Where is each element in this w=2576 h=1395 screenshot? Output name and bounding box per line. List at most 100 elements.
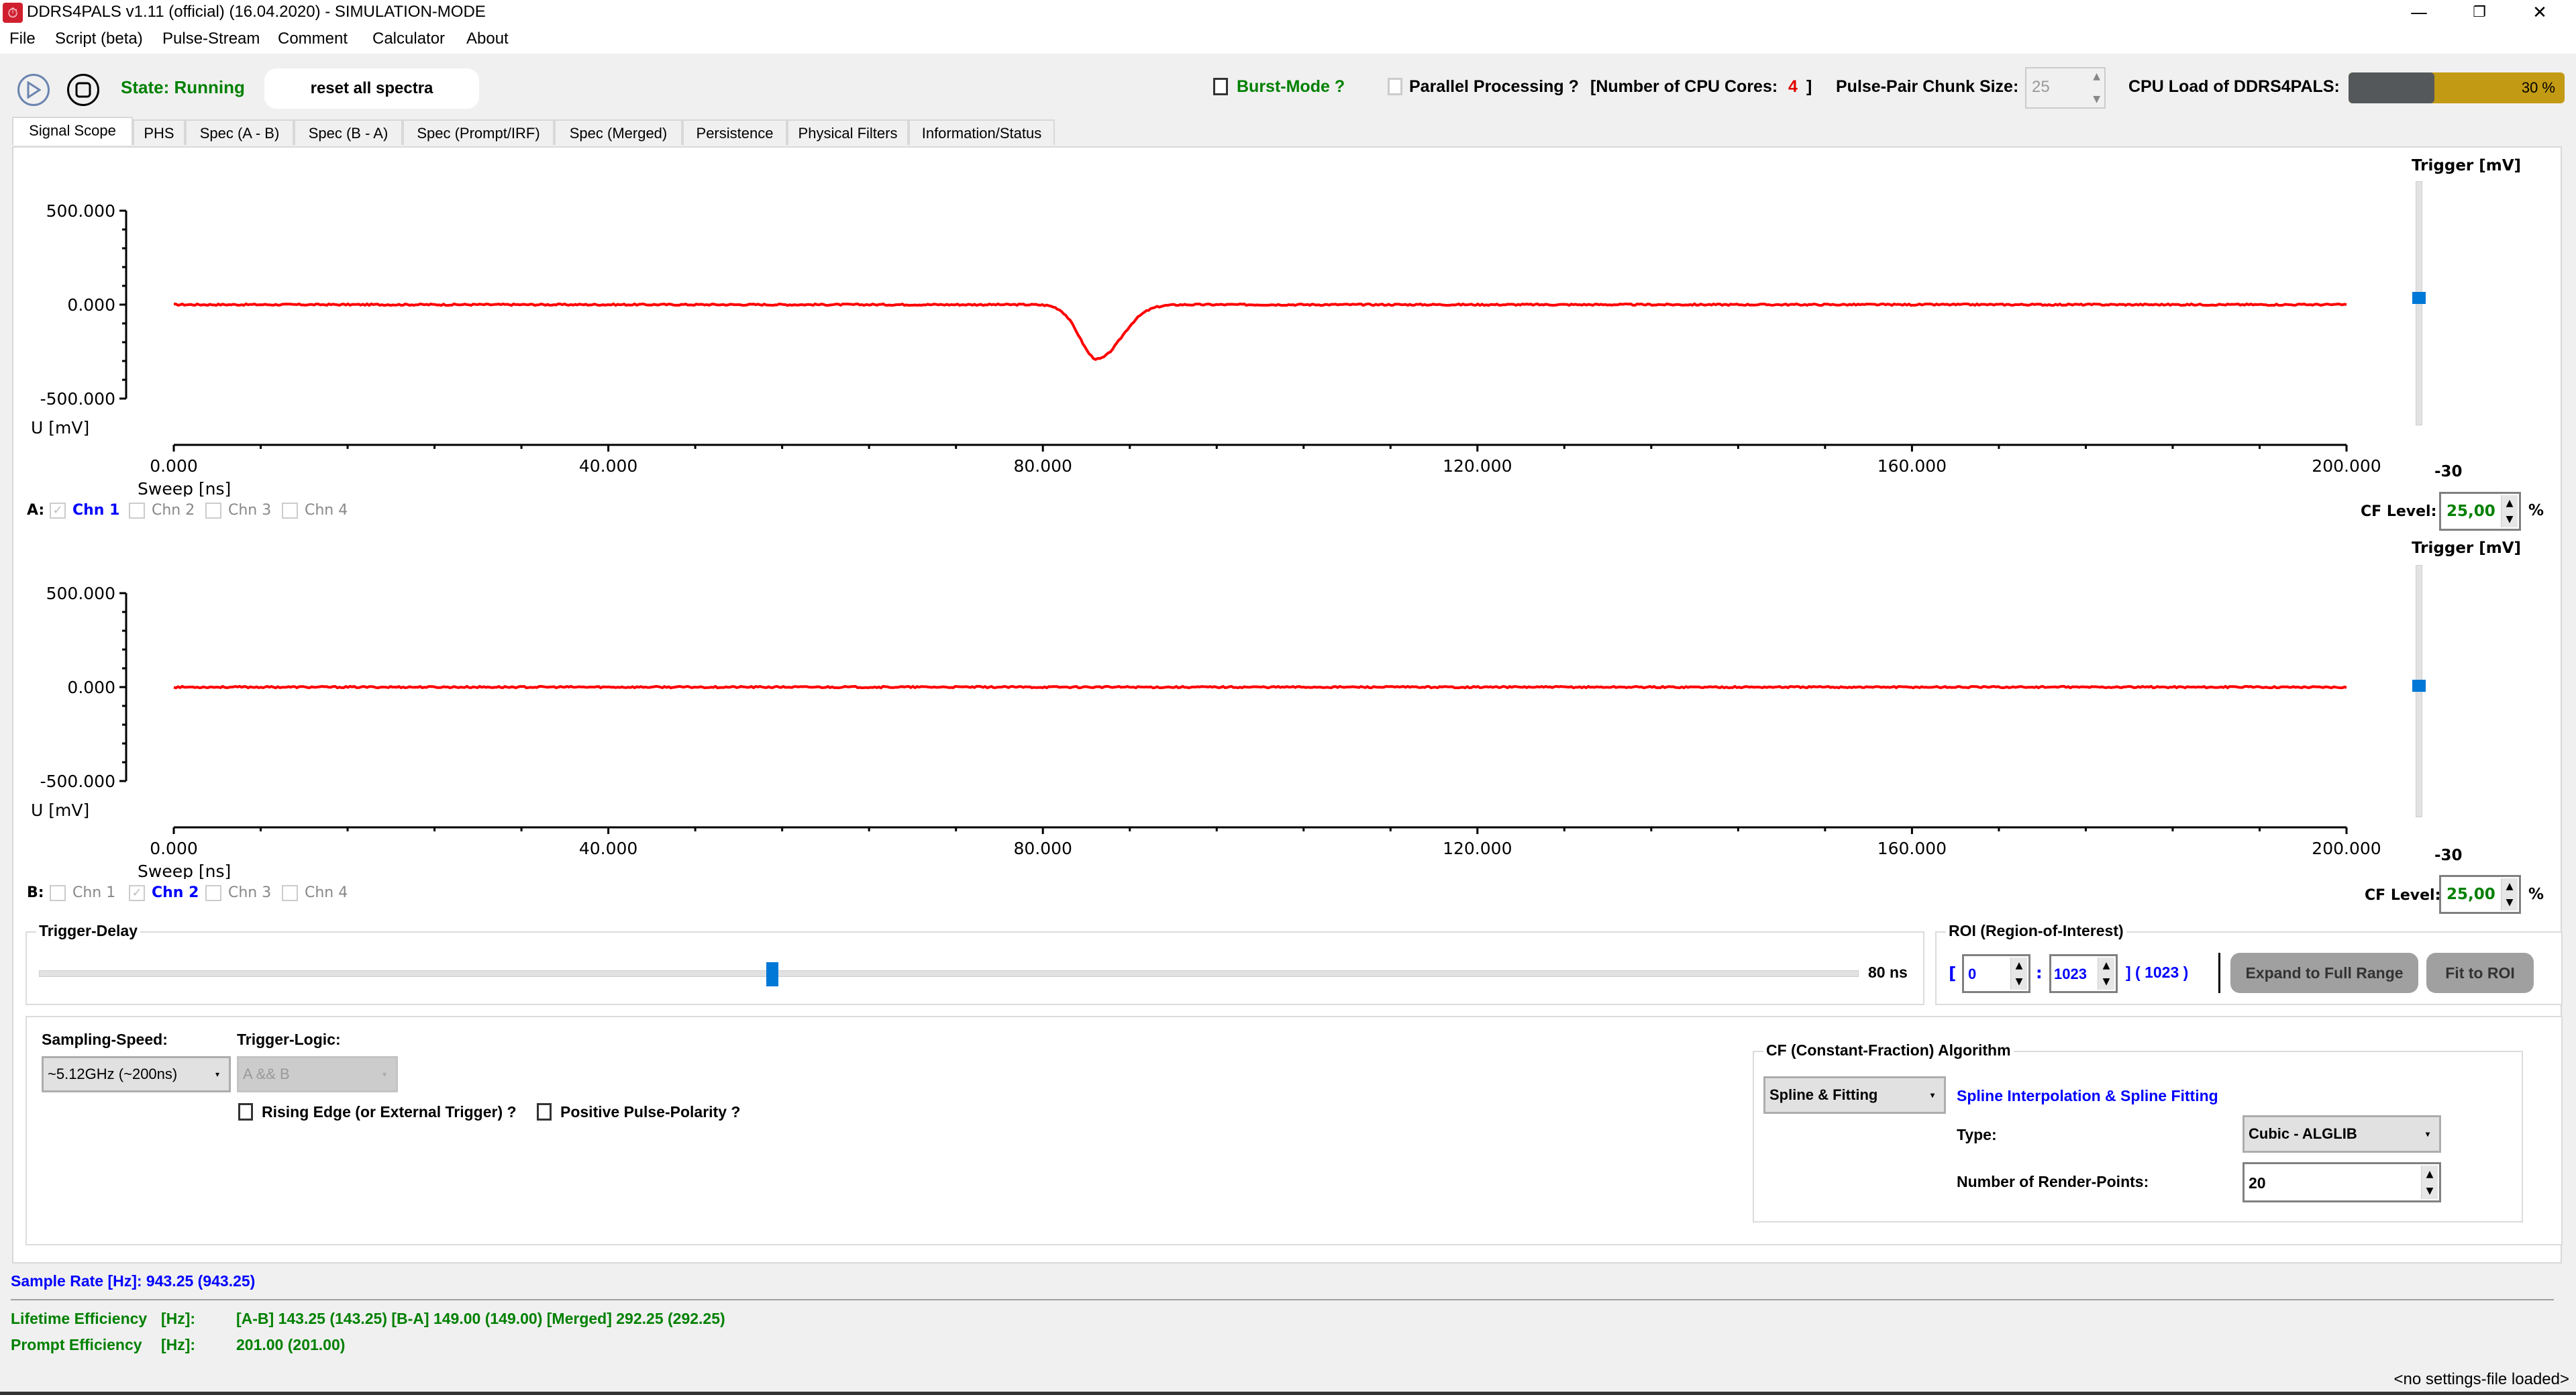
x-axis-label: Sweep [ns] [138,479,231,497]
parallel-processing-label: Parallel Processing ? [1409,77,1579,96]
channel-b-chn1[interactable]: Chn 1 [50,884,115,901]
cf-method-dropdown[interactable]: Spline & Fitting ▾ [1763,1076,1946,1114]
tab-spec-prompt[interactable]: Spec (Prompt/IRF) [403,119,554,145]
tab-spec-b-a[interactable]: Spec (B - A) [294,119,403,145]
positive-polarity-checkbox[interactable] [537,1103,552,1121]
menu-comment[interactable]: Comment [278,30,348,48]
checkbox[interactable] [129,503,145,519]
parallel-processing-checkbox[interactable] [1388,78,1402,95]
channel-a-chn3[interactable]: Chn 3 [205,502,271,519]
channel-label: Chn 4 [305,884,348,901]
tab-spec-a-b[interactable]: Spec (A - B) [185,119,294,145]
channel-b-chn3[interactable]: Chn 3 [205,884,271,901]
channel-label: Chn 2 [152,502,195,519]
checkbox[interactable] [205,885,221,901]
spin-up-icon[interactable]: ▲ [2016,960,2023,971]
menu-about[interactable]: About [466,30,509,48]
stop-icon [75,82,91,98]
checkbox[interactable] [50,885,66,901]
cpu-load-label: CPU Load of DDRS4PALS: [2128,77,2340,96]
x-tick-label: 200.000 [2312,456,2381,476]
lifetime-efficiency-unit: [Hz]: [161,1310,196,1327]
cf-level-a-spinbox[interactable]: 25,00 ▲ ▼ [2439,492,2521,531]
spin-down-icon[interactable]: ▼ [2506,514,2514,525]
spin-up-icon[interactable]: ▲ [2506,498,2514,509]
chunk-size-label: Pulse-Pair Chunk Size: [1836,77,2019,96]
tab-physical-filters[interactable]: Physical Filters [787,119,909,145]
stop-button[interactable] [67,74,99,106]
trigger-delay-slider[interactable] [39,970,1859,977]
close-button[interactable]: ✕ [2510,0,2570,25]
tab-information-status[interactable]: Information/Status [909,119,1055,145]
spin-up-icon[interactable]: ▲ [2426,1169,2434,1180]
cf-level-a-unit: % [2528,502,2544,519]
rising-edge-label: Rising Edge (or External Trigger) ? [262,1103,517,1121]
tab-persistence[interactable]: Persistence [682,119,787,145]
start-button[interactable] [17,74,50,106]
render-points-spinbox[interactable]: 20 ▲ ▼ [2243,1162,2441,1202]
cf-method-value: Spline & Fitting [1769,1086,1878,1103]
fit-to-roi-button[interactable]: Fit to ROI [2426,953,2534,993]
tab-signal-scope[interactable]: Signal Scope [12,117,133,145]
spin-down-icon[interactable]: ▼ [2016,976,2023,987]
tab-phs[interactable]: PHS [133,119,185,145]
render-points-value: 20 [2249,1174,2266,1192]
spin-up-icon[interactable]: ▲ [2506,881,2514,892]
burst-mode-checkbox[interactable] [1213,78,1228,95]
trigger-b-slider-handle[interactable] [2412,679,2426,692]
minimize-button[interactable]: — [2389,0,2449,25]
spin-down-icon[interactable]: ▼ [2426,1186,2434,1196]
run-state-label: State: Running [121,77,245,97]
channel-b-chn4[interactable]: Chn 4 [282,884,348,901]
channel-a-chn4[interactable]: Chn 4 [282,502,348,519]
trigger-delay-slider-handle[interactable] [766,962,778,986]
channel-a-chn2[interactable]: Chn 2 [129,502,195,519]
roi-title: ROI (Region-of-Interest) [1946,922,2126,940]
cpu-cores-close: ] [1806,77,1812,96]
restore-button[interactable]: ❐ [2449,0,2510,25]
checkbox[interactable] [205,503,221,519]
tab-spec-merged[interactable]: Spec (Merged) [554,119,682,145]
channel-b-chn2[interactable]: ✓ Chn 2 [129,884,199,901]
settings-file-status: <no settings-file loaded> [2393,1370,2569,1388]
menu-file[interactable]: File [9,30,36,48]
reset-spectra-button[interactable]: reset all spectra [264,68,479,109]
scope-plot-a: 500.000 0.000 -500.000 U [mV] 0.000 40.000 80.… [31,201,2381,497]
spin-up-icon[interactable]: ▲ [2103,960,2110,971]
cf-algorithm-group: CF (Constant-Fraction) Algorithm Spline … [1753,1041,2523,1223]
sampling-speed-dropdown[interactable]: ~5.12GHz (~200ns) ▾ [42,1056,231,1092]
checkbox[interactable] [282,503,298,519]
cf-level-b-spinbox[interactable]: 25,00 ▲ ▼ [2439,875,2521,914]
channel-row-a: A: [27,502,44,519]
menu-script[interactable]: Script (beta) [55,30,143,48]
roi-start-spinbox[interactable]: 0 ▲ ▼ [1962,954,2030,993]
roi-range-count: ] ( 1023 ) [2126,964,2189,981]
trigger-a-slider-handle[interactable] [2412,291,2426,304]
x-tick-label: 160.000 [1877,839,1947,858]
expand-full-range-button[interactable]: Expand to Full Range [2230,953,2418,993]
menu-calculator[interactable]: Calculator [372,30,445,48]
menu-pulse-stream[interactable]: Pulse-Stream [162,30,260,48]
window-title: DDRS4PALS v1.11 (official) (16.04.2020) … [27,3,486,21]
cpu-load-bar-segment [2349,72,2434,103]
spin-down-icon[interactable]: ▼ [2103,976,2110,987]
trigger-logic-value: A && B [243,1066,290,1082]
roi-end-spinbox[interactable]: 1023 ▲ ▼ [2049,954,2118,993]
x-tick-label: 0.000 [150,456,198,476]
rising-edge-checkbox[interactable] [238,1103,253,1121]
spin-up-icon[interactable]: ▲ [2093,71,2100,82]
title-bar: ⏱ DDRS4PALS v1.11 (official) (16.04.2020… [0,0,2576,25]
x-tick-label: 160.000 [1877,456,1947,476]
spline-type-dropdown[interactable]: Cubic - ALGLIB ▾ [2243,1115,2441,1153]
spin-down-icon[interactable]: ▼ [2506,897,2514,908]
spin-down-icon[interactable]: ▼ [2093,94,2100,105]
signal-trace-chn2 [173,684,2347,690]
checkbox[interactable] [282,885,298,901]
channel-b-prefix: B: [27,884,44,901]
channel-a-chn1[interactable]: ✓ Chn 1 [50,502,119,519]
checkmark-icon[interactable]: ✓ [129,885,145,901]
chunk-size-spinbox[interactable]: 25 ▲ ▼ [2025,67,2106,109]
checkmark-icon[interactable]: ✓ [50,503,66,519]
x-tick-label: 40.000 [579,839,637,858]
trigger-logic-dropdown[interactable]: A && B ▾ [237,1056,398,1092]
